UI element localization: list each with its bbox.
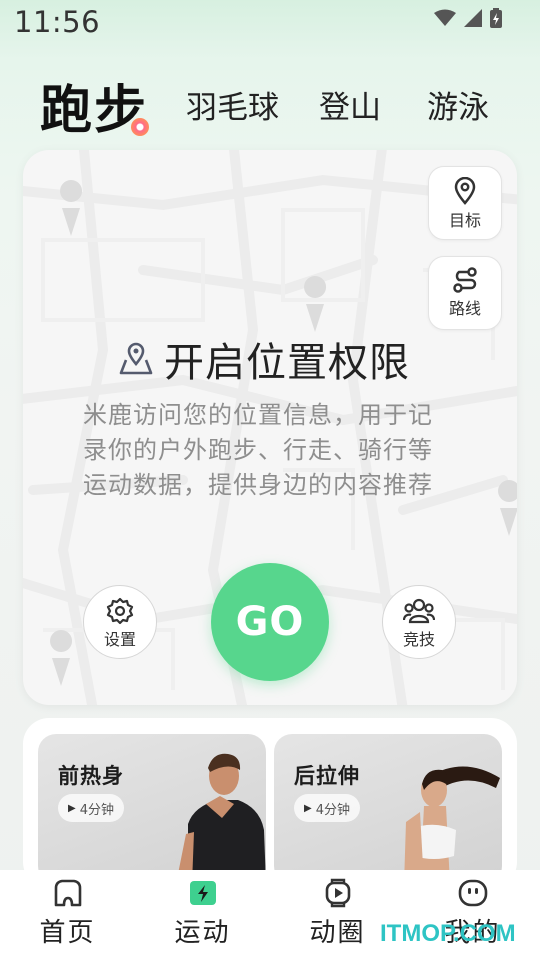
watermark: ITMOP.COM	[380, 920, 516, 947]
nav-home-label: 首页	[39, 918, 96, 948]
moments-icon	[325, 878, 350, 908]
battery-icon	[490, 8, 502, 28]
nav-sport[interactable]: 运动	[135, 870, 270, 960]
status-time: 11:56	[14, 5, 101, 39]
target-button[interactable]: 目标	[428, 166, 502, 240]
route-icon	[453, 267, 477, 293]
route-button[interactable]: 路线	[428, 256, 502, 330]
permission-title: 开启位置权限	[164, 340, 410, 386]
settings-label: 设置	[103, 630, 136, 649]
compete-label: 竞技	[402, 630, 435, 649]
tab-badminton[interactable]: 羽毛球	[186, 82, 279, 127]
target-label: 目标	[448, 211, 481, 230]
duration-text: 4分钟	[315, 802, 350, 818]
course-card-warmup[interactable]: 前热身 ▶ 4分钟	[38, 734, 266, 884]
permission-description: 米鹿访问您的位置信息，用于记录你的户外跑步、行走、骑行等运动数据，提供身边的内容…	[83, 401, 433, 499]
profile-icon	[458, 879, 487, 907]
compete-button[interactable]: 竞技	[382, 585, 456, 659]
course-title: 前热身	[58, 764, 124, 788]
sport-icon	[189, 881, 216, 905]
status-icons	[434, 8, 502, 28]
wifi-icon	[434, 9, 456, 26]
nav-sport-label: 运动	[174, 918, 231, 948]
course-title: 后拉伸	[294, 764, 360, 788]
sport-tabs: 跑步 羽毛球 登山 游泳	[0, 68, 540, 141]
duration-badge: ▶ 4分钟	[58, 794, 124, 822]
course-card-stretch[interactable]: 后拉伸 ▶ 4分钟	[274, 734, 502, 884]
map-card: 目标 路线 开启位置权限 米鹿访问您的位置信息，用于记录你的户外跑步、行走、骑行…	[23, 150, 517, 705]
signal-icon	[464, 9, 482, 27]
settings-button[interactable]: 设置	[83, 585, 157, 659]
location-pin-icon	[454, 177, 476, 205]
gear-icon	[106, 597, 134, 625]
home-icon	[54, 879, 81, 907]
warmup-courses: 前热身 ▶ 4分钟 后拉伸 ▶ 4分钟	[23, 718, 517, 888]
status-bar: 11:56	[0, 0, 540, 44]
active-tab-indicator	[131, 118, 149, 136]
group-icon	[403, 598, 435, 624]
nav-moments-label: 动圈	[309, 918, 366, 948]
route-label: 路线	[448, 299, 481, 318]
nav-home[interactable]: 首页	[0, 870, 135, 960]
duration-badge: ▶ 4分钟	[294, 794, 360, 822]
play-icon: ▶	[304, 802, 312, 814]
tab-hiking[interactable]: 登山	[319, 82, 381, 127]
location-permission-icon	[119, 342, 153, 375]
permission-title-row: 开启位置权限	[118, 330, 410, 388]
map-pin-icon	[60, 180, 83, 236]
tab-swimming[interactable]: 游泳	[427, 82, 489, 127]
play-icon: ▶	[68, 802, 76, 814]
duration-text: 4分钟	[79, 802, 114, 818]
go-button[interactable]: GO	[211, 563, 329, 681]
